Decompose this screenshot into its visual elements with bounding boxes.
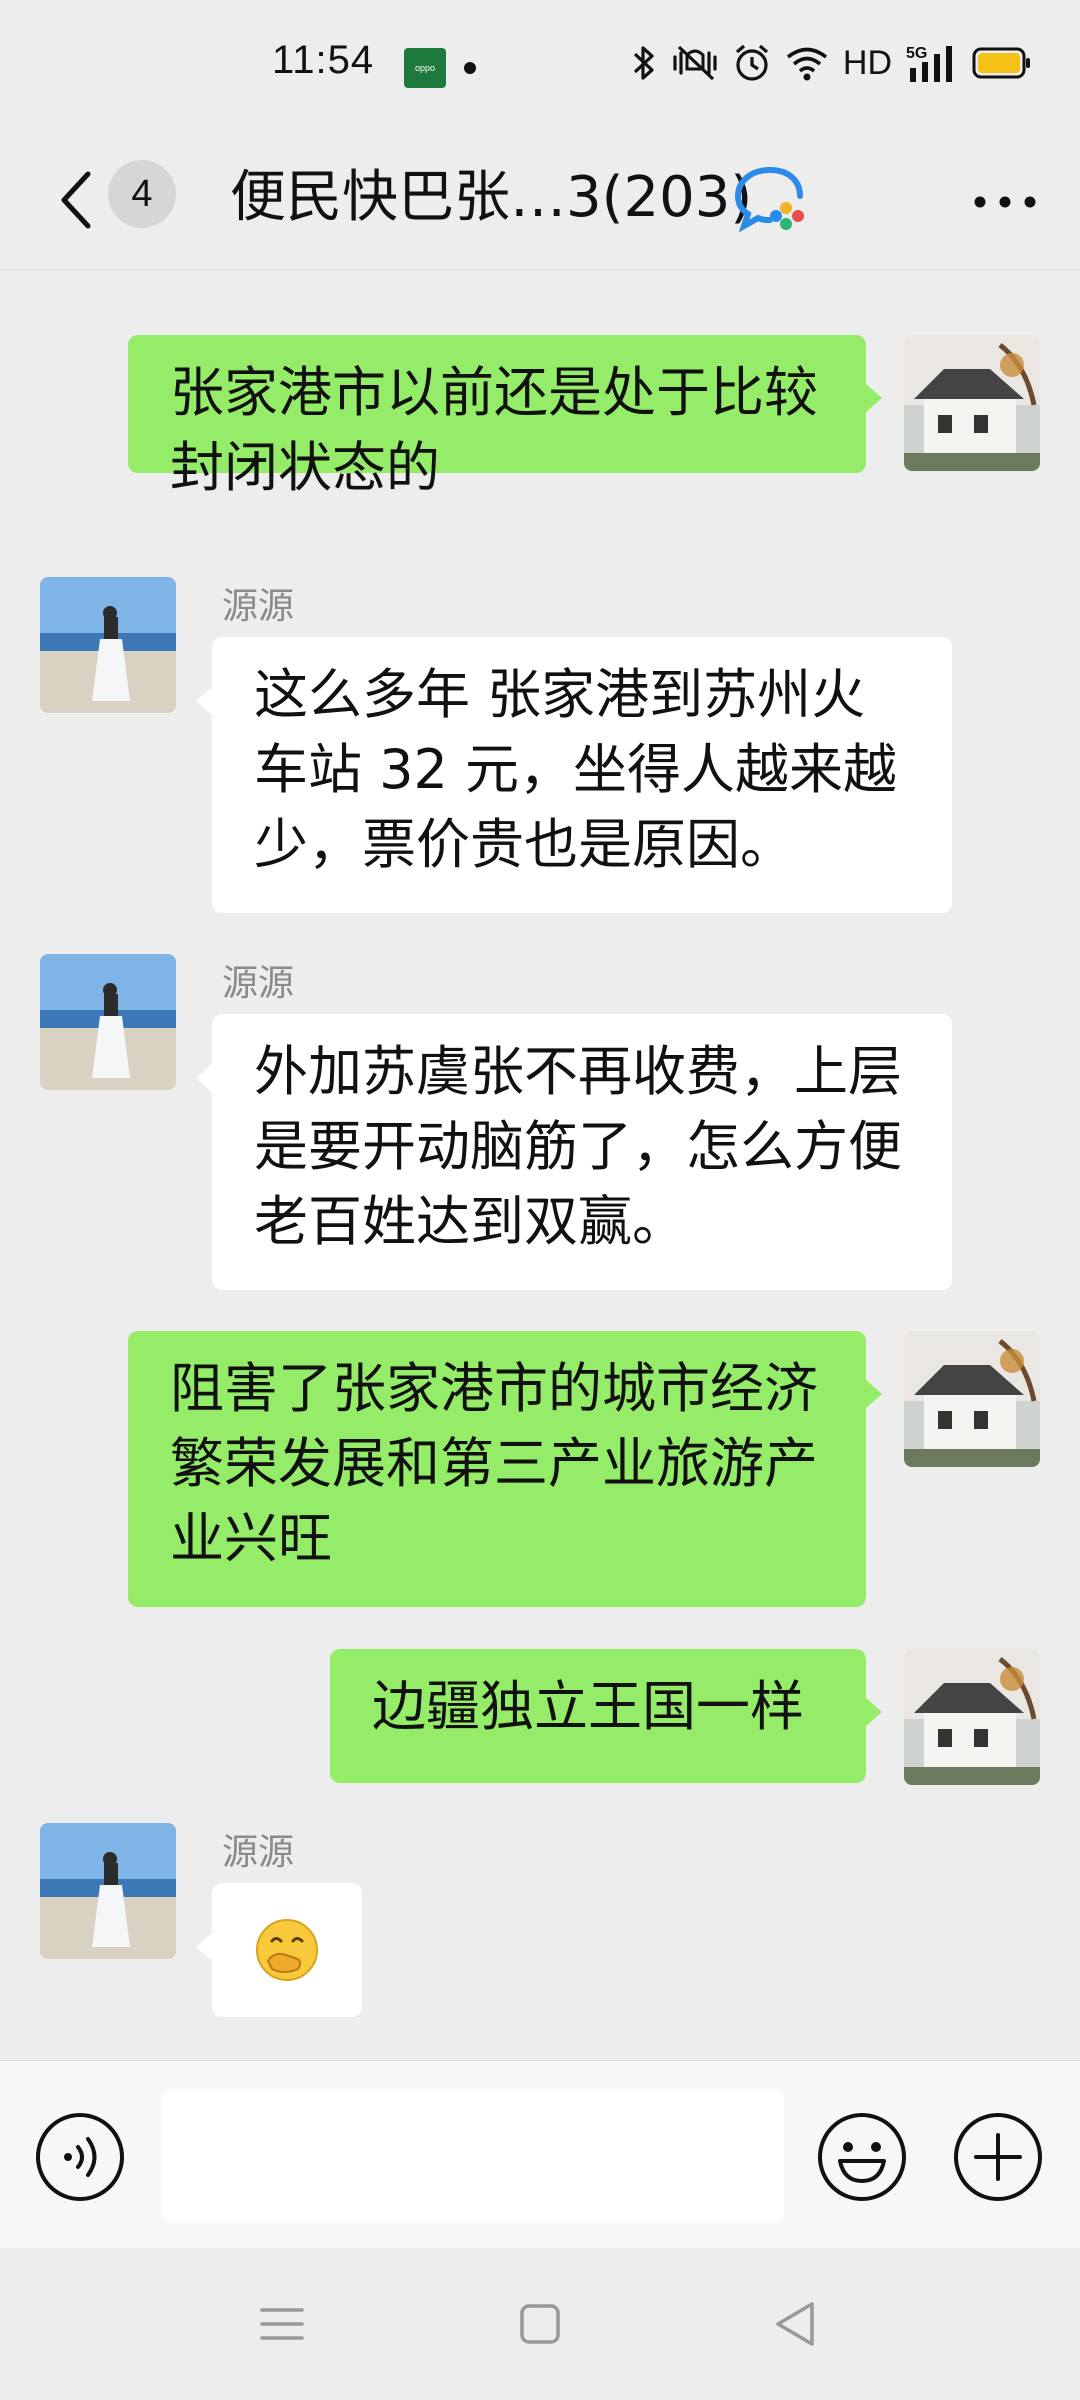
wifi-icon (786, 47, 828, 81)
sender-avatar[interactable] (40, 954, 176, 1090)
message-line: 边疆独立王国一样 (372, 1675, 804, 1738)
bluetooth-icon (633, 46, 654, 80)
message-outgoing: 边疆独立王国一样 (0, 1649, 1080, 1787)
back-button[interactable] (48, 166, 104, 234)
alarm-icon (735, 44, 768, 81)
chat-title[interactable]: 便民快巴张…3(203) (230, 158, 752, 238)
message-incoming: 源源 🤭 (0, 1823, 1080, 2023)
message-line: 少，票价贵也是原因。 (254, 813, 794, 876)
message-bubble[interactable]: 这么多年 张家港到苏州火 车站 32 元，坐得人越来越 少，票价贵也是原因。 (212, 637, 952, 913)
my-avatar[interactable] (904, 1331, 1040, 1467)
message-bubble[interactable]: 🤭 (212, 1883, 362, 2017)
sender-name: 源源 (222, 586, 295, 627)
group-chat-icon[interactable] (734, 164, 810, 236)
chat-header: 4 便民快巴张…3(203) (0, 130, 1080, 270)
bubble-tail (866, 1698, 882, 1726)
home-nav-icon[interactable] (508, 2292, 572, 2356)
message-line: 车站 32 元，坐得人越来越 (254, 738, 898, 801)
status-time: 11:54 (272, 38, 375, 82)
notification-dot-icon (464, 62, 476, 74)
oppo-app-icon: oppo (404, 48, 446, 88)
back-chevron-icon (61, 171, 91, 229)
svg-text:5G: 5G (906, 45, 927, 62)
message-input[interactable] (162, 2089, 784, 2223)
sender-avatar[interactable] (40, 1823, 176, 1959)
menu-nav-icon[interactable] (250, 2292, 314, 2356)
status-icons: HD 5G (631, 38, 1032, 88)
message-line: 老百姓达到双赢。 (254, 1190, 686, 1253)
bubble-tail (866, 384, 882, 412)
message-line: 外加苏虞张不再收费，上层 (254, 1040, 902, 1103)
message-line: 繁荣发展和第三产业旅游产 (170, 1432, 818, 1495)
my-avatar[interactable] (904, 335, 1040, 471)
message-list[interactable]: 张家港市以前还是处于比较 封闭状态的 源源 这么多年 张家港到苏州火 车站 32… (0, 271, 1080, 2061)
bubble-tail (866, 1380, 882, 1408)
hand-over-mouth-emoji-icon (256, 1919, 318, 1981)
sender-name: 源源 (222, 1832, 295, 1873)
message-line: 阻害了张家港市的城市经济 (170, 1357, 818, 1420)
emoji-icon[interactable] (816, 2111, 908, 2203)
plus-icon[interactable] (952, 2111, 1044, 2203)
voice-icon[interactable] (34, 2111, 126, 2203)
message-bubble[interactable]: 外加苏虞张不再收费，上层 是要开动脑筋了，怎么方便 老百姓达到双赢。 (212, 1014, 952, 1290)
back-nav-icon[interactable] (764, 2292, 828, 2356)
sender-avatar[interactable] (40, 577, 176, 713)
bubble-tail (196, 1933, 212, 1961)
message-line: 是要开动脑筋了，怎么方便 (254, 1115, 902, 1178)
unread-count-badge[interactable]: 4 (108, 160, 176, 228)
signal-icon: 5G (906, 45, 952, 82)
message-outgoing: 阻害了张家港市的城市经济 繁荣发展和第三产业旅游产 业兴旺 (0, 1331, 1080, 1607)
message-bubble[interactable]: 阻害了张家港市的城市经济 繁荣发展和第三产业旅游产 业兴旺 (128, 1331, 866, 1607)
system-nav-bar (0, 2248, 1080, 2400)
message-outgoing: 张家港市以前还是处于比较 封闭状态的 (0, 335, 1080, 499)
hd-label: HD (842, 43, 892, 82)
message-line: 业兴旺 (170, 1507, 332, 1570)
message-bubble[interactable]: 边疆独立王国一样 (330, 1649, 866, 1783)
message-bubble[interactable]: 张家港市以前还是处于比较 封闭状态的 (128, 335, 866, 499)
input-bar (0, 2060, 1080, 2248)
more-dots-icon[interactable] (970, 182, 1040, 222)
message-incoming: 源源 外加苏虞张不再收费，上层 是要开动脑筋了，怎么方便 老百姓达到双赢。 (0, 954, 1080, 1290)
battery-icon (972, 47, 1030, 79)
status-bar: 11:54 oppo HD 5G (0, 0, 1080, 130)
mute-icon (673, 45, 717, 81)
message-line: 这么多年 张家港到苏州火 (254, 663, 866, 726)
message-line: 封闭状态的 (170, 436, 440, 499)
bubble-tail (196, 1064, 212, 1092)
chat-screen: 11:54 oppo HD 5G 4 便民快巴张…3(203) 张家港市以前还是… (0, 0, 1080, 2400)
sender-name: 源源 (222, 963, 295, 1004)
message-incoming: 源源 这么多年 张家港到苏州火 车站 32 元，坐得人越来越 少，票价贵也是原因… (0, 577, 1080, 913)
my-avatar[interactable] (904, 1649, 1040, 1785)
bubble-tail (196, 687, 212, 715)
message-line: 张家港市以前还是处于比较 (170, 361, 818, 424)
